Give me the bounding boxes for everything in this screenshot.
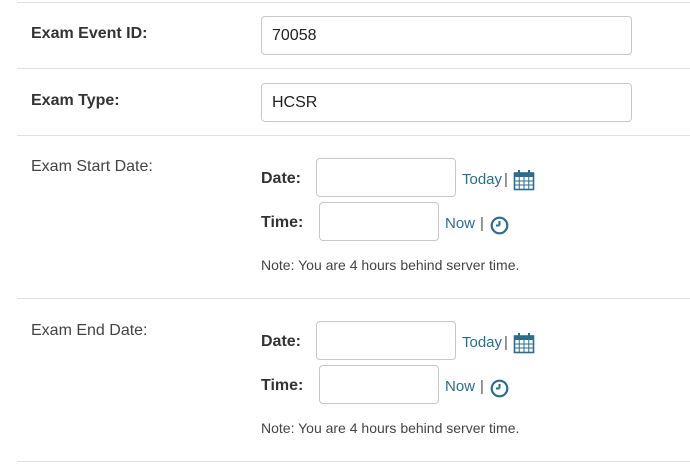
exam-event-id-label: Exam Event ID: bbox=[31, 25, 148, 42]
exam-start-date-row: Exam Start Date: Date: Today | Time: Now… bbox=[17, 136, 690, 298]
exam-type-label: Exam Type: bbox=[31, 92, 120, 109]
exam-event-id-input[interactable] bbox=[261, 16, 632, 55]
calendar-icon[interactable] bbox=[513, 332, 535, 359]
clock-icon[interactable] bbox=[490, 216, 509, 240]
start-time-input[interactable] bbox=[319, 202, 439, 241]
end-today-link[interactable]: Today bbox=[462, 334, 502, 351]
clock-icon[interactable] bbox=[490, 379, 509, 403]
end-time-note: Note: You are 4 hours behind server time… bbox=[261, 420, 520, 436]
start-date-label: Date: bbox=[261, 170, 302, 187]
exam-end-date-row: Exam End Date: Date: Today | Time: Now | bbox=[17, 299, 690, 462]
end-now-link[interactable]: Now bbox=[445, 378, 475, 395]
bottom-divider bbox=[17, 461, 690, 462]
start-time-label: Time: bbox=[261, 214, 304, 231]
start-date-separator: | bbox=[504, 171, 508, 188]
exam-event-form: Exam Event ID: Exam Type: Exam Start Dat… bbox=[0, 0, 690, 467]
end-time-input[interactable] bbox=[319, 365, 439, 404]
start-today-link[interactable]: Today bbox=[462, 171, 502, 188]
end-time-label: Time: bbox=[261, 377, 304, 394]
start-time-separator: | bbox=[480, 215, 484, 232]
exam-type-input[interactable] bbox=[261, 83, 632, 122]
end-date-label: Date: bbox=[261, 333, 302, 350]
calendar-icon[interactable] bbox=[513, 169, 535, 196]
start-time-note: Note: You are 4 hours behind server time… bbox=[261, 257, 520, 273]
end-date-separator: | bbox=[504, 334, 508, 351]
start-date-input[interactable] bbox=[316, 158, 456, 197]
exam-start-date-label: Exam Start Date: bbox=[31, 158, 153, 175]
end-time-separator: | bbox=[480, 378, 484, 395]
end-date-input[interactable] bbox=[316, 321, 456, 360]
exam-event-id-row: Exam Event ID: bbox=[17, 0, 690, 68]
exam-end-date-label: Exam End Date: bbox=[31, 322, 148, 339]
start-now-link[interactable]: Now bbox=[445, 215, 475, 232]
exam-type-row: Exam Type: bbox=[17, 69, 690, 136]
